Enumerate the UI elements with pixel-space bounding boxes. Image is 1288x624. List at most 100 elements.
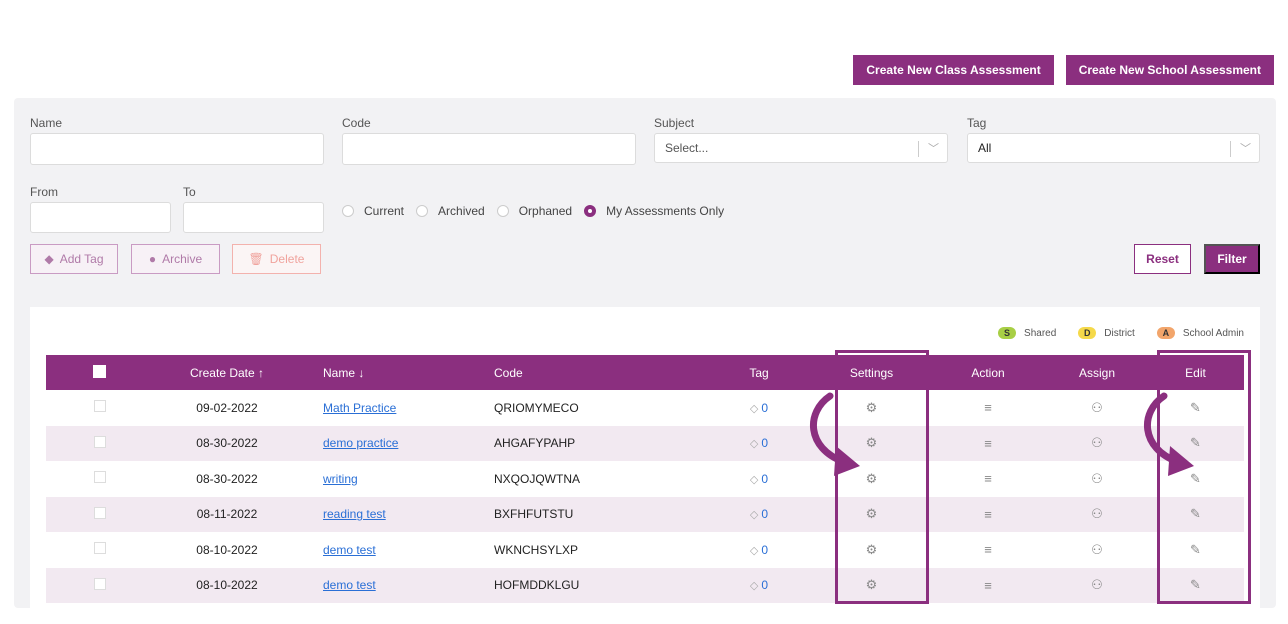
tag-outline-icon: ◇ — [749, 473, 759, 486]
assign-user-icon[interactable]: ⚇ — [1091, 542, 1103, 557]
table-row: 08-30-2022 demo practice AHGAFYPAHP ◇ 0 ⚙… — [46, 425, 1244, 461]
radio-button[interactable] — [342, 205, 354, 217]
from-date-input[interactable] — [30, 202, 171, 233]
tag-count[interactable]: 0 — [761, 578, 768, 592]
row-checkbox[interactable] — [93, 506, 106, 519]
col-name[interactable]: Name ↓ — [301, 355, 494, 390]
legend-shared: S Shared — [998, 327, 1056, 339]
assign-user-icon[interactable]: ⚇ — [1091, 435, 1103, 450]
assign-user-icon[interactable]: ⚇ — [1091, 506, 1103, 521]
row-checkbox[interactable] — [93, 435, 106, 448]
legend-label: District — [1104, 327, 1135, 339]
archive-icon: ● — [148, 252, 157, 266]
legend-badge: D — [1078, 327, 1097, 339]
assign-user-icon[interactable]: ⚇ — [1091, 400, 1103, 415]
tag-outline-icon: ◇ — [749, 438, 759, 451]
row-checkbox[interactable] — [93, 400, 106, 413]
menu-lines-icon[interactable]: ≡ — [984, 436, 992, 451]
legend-badge: S — [998, 327, 1017, 339]
row-code: NXQOJQWTNA — [494, 471, 580, 486]
row-date: 09-02-2022 — [196, 400, 258, 415]
tag-count[interactable]: 0 — [761, 436, 768, 450]
name-input[interactable] — [30, 133, 324, 165]
from-label: From — [30, 185, 58, 199]
legend: S Shared D District A School Admin — [998, 327, 1244, 339]
to-label: To — [183, 185, 196, 199]
reset-button[interactable]: Reset — [1134, 244, 1191, 274]
assessment-name-link[interactable]: writing — [323, 472, 358, 486]
subject-placeholder: Select... — [665, 141, 709, 155]
subject-select[interactable]: Select... ﹀ — [654, 133, 948, 163]
row-date: 08-11-2022 — [196, 507, 258, 522]
tag-outline-icon: ◇ — [749, 580, 759, 593]
chevron-down-icon: ﹀ — [1240, 143, 1251, 155]
select-all-header — [46, 355, 153, 390]
row-date: 08-30-2022 — [196, 471, 258, 486]
assessment-name-link[interactable]: demo test — [323, 543, 376, 557]
header-actions: Create New Class Assessment Create New S… — [853, 55, 1274, 85]
assessment-scope-radios: Current Archived Orphaned My Assessments… — [342, 204, 728, 218]
radio-button[interactable] — [584, 205, 597, 217]
radio-button[interactable] — [416, 205, 429, 217]
row-code: BXFHFUTSTU — [494, 507, 574, 522]
assessments-table-card: S Shared D District A School Admin Creat… — [30, 307, 1260, 608]
delete-button[interactable]: 🗑 Delete — [232, 244, 321, 274]
assign-user-icon[interactable]: ⚇ — [1091, 471, 1103, 486]
code-label: Code — [342, 116, 371, 130]
assessment-name-link[interactable]: demo test — [323, 578, 376, 592]
radio-label: My Assessments Only — [606, 204, 725, 218]
radio-current[interactable]: Current — [342, 204, 404, 218]
radio-label: Current — [364, 204, 405, 218]
to-date-input[interactable] — [183, 202, 324, 233]
create-school-assessment-button[interactable]: Create New School Assessment — [1065, 55, 1274, 85]
row-checkbox[interactable] — [93, 542, 106, 555]
tag-count[interactable]: 0 — [761, 401, 768, 415]
chevron-down-icon: ﹀ — [928, 143, 939, 155]
assign-user-icon[interactable]: ⚇ — [1091, 577, 1103, 592]
row-date: 08-30-2022 — [196, 436, 258, 451]
legend-district: D District — [1078, 327, 1135, 339]
legend-label: School Admin — [1182, 327, 1244, 339]
radio-my-assessments[interactable]: My Assessments Only — [584, 204, 724, 218]
menu-lines-icon[interactable]: ≡ — [984, 542, 992, 557]
radio-orphaned[interactable]: Orphaned — [496, 204, 572, 218]
select-all-checkbox[interactable] — [93, 364, 106, 378]
row-date: 08-10-2022 — [196, 578, 258, 593]
table-row: 08-10-2022 demo test HOFMDDKLGU ◇ 0 ⚙ ≡ ⚇… — [46, 567, 1244, 603]
menu-lines-icon[interactable]: ≡ — [984, 471, 992, 486]
row-checkbox[interactable] — [93, 471, 106, 484]
code-input[interactable] — [342, 133, 636, 165]
radio-label: Archived — [438, 204, 485, 218]
legend-badge: A — [1156, 327, 1175, 339]
filter-panel: Name Code Subject Select... ﹀ Tag All ﹀ … — [14, 98, 1276, 608]
tag-value: All — [978, 141, 992, 155]
assessment-name-link[interactable]: reading test — [323, 507, 386, 521]
col-assign: Assign — [1078, 365, 1116, 380]
assessment-name-link[interactable]: Math Practice — [323, 401, 396, 415]
assessment-name-link[interactable]: demo practice — [323, 436, 398, 450]
menu-lines-icon[interactable]: ≡ — [984, 507, 992, 522]
archive-label: Archive — [162, 252, 203, 266]
col-create-date[interactable]: Create Date ↑ — [153, 355, 301, 390]
row-code: AHGAFYPAHP — [494, 436, 576, 451]
tag-label: Tag — [967, 116, 987, 130]
tag-count[interactable]: 0 — [761, 507, 768, 521]
radio-button[interactable] — [496, 205, 509, 217]
table-row: 09-02-2022 Math Practice QRIOMYMECO ◇ 0 ⚙… — [46, 390, 1244, 426]
table-row: 08-11-2022 reading test BXFHFUTSTU ◇ 0 ⚙ … — [46, 496, 1244, 532]
tag-count[interactable]: 0 — [761, 472, 768, 486]
menu-lines-icon[interactable]: ≡ — [984, 400, 992, 415]
select-separator — [1230, 141, 1231, 157]
row-checkbox[interactable] — [93, 577, 106, 590]
table-header-row: Create Date ↑ Name ↓ Code Tag Settings A… — [46, 355, 1244, 390]
radio-archived[interactable]: Archived — [416, 204, 485, 218]
add-tag-button[interactable]: ◆ Add Tag — [30, 244, 118, 274]
filter-button[interactable]: Filter — [1204, 244, 1260, 274]
archive-button[interactable]: ● Archive — [131, 244, 220, 274]
menu-lines-icon[interactable]: ≡ — [984, 578, 992, 593]
tag-select[interactable]: All ﹀ — [967, 133, 1260, 163]
tag-count[interactable]: 0 — [761, 543, 768, 557]
create-class-assessment-button[interactable]: Create New Class Assessment — [853, 55, 1054, 85]
curved-arrow-edit — [1143, 392, 1194, 476]
col-code: Code — [494, 365, 523, 380]
